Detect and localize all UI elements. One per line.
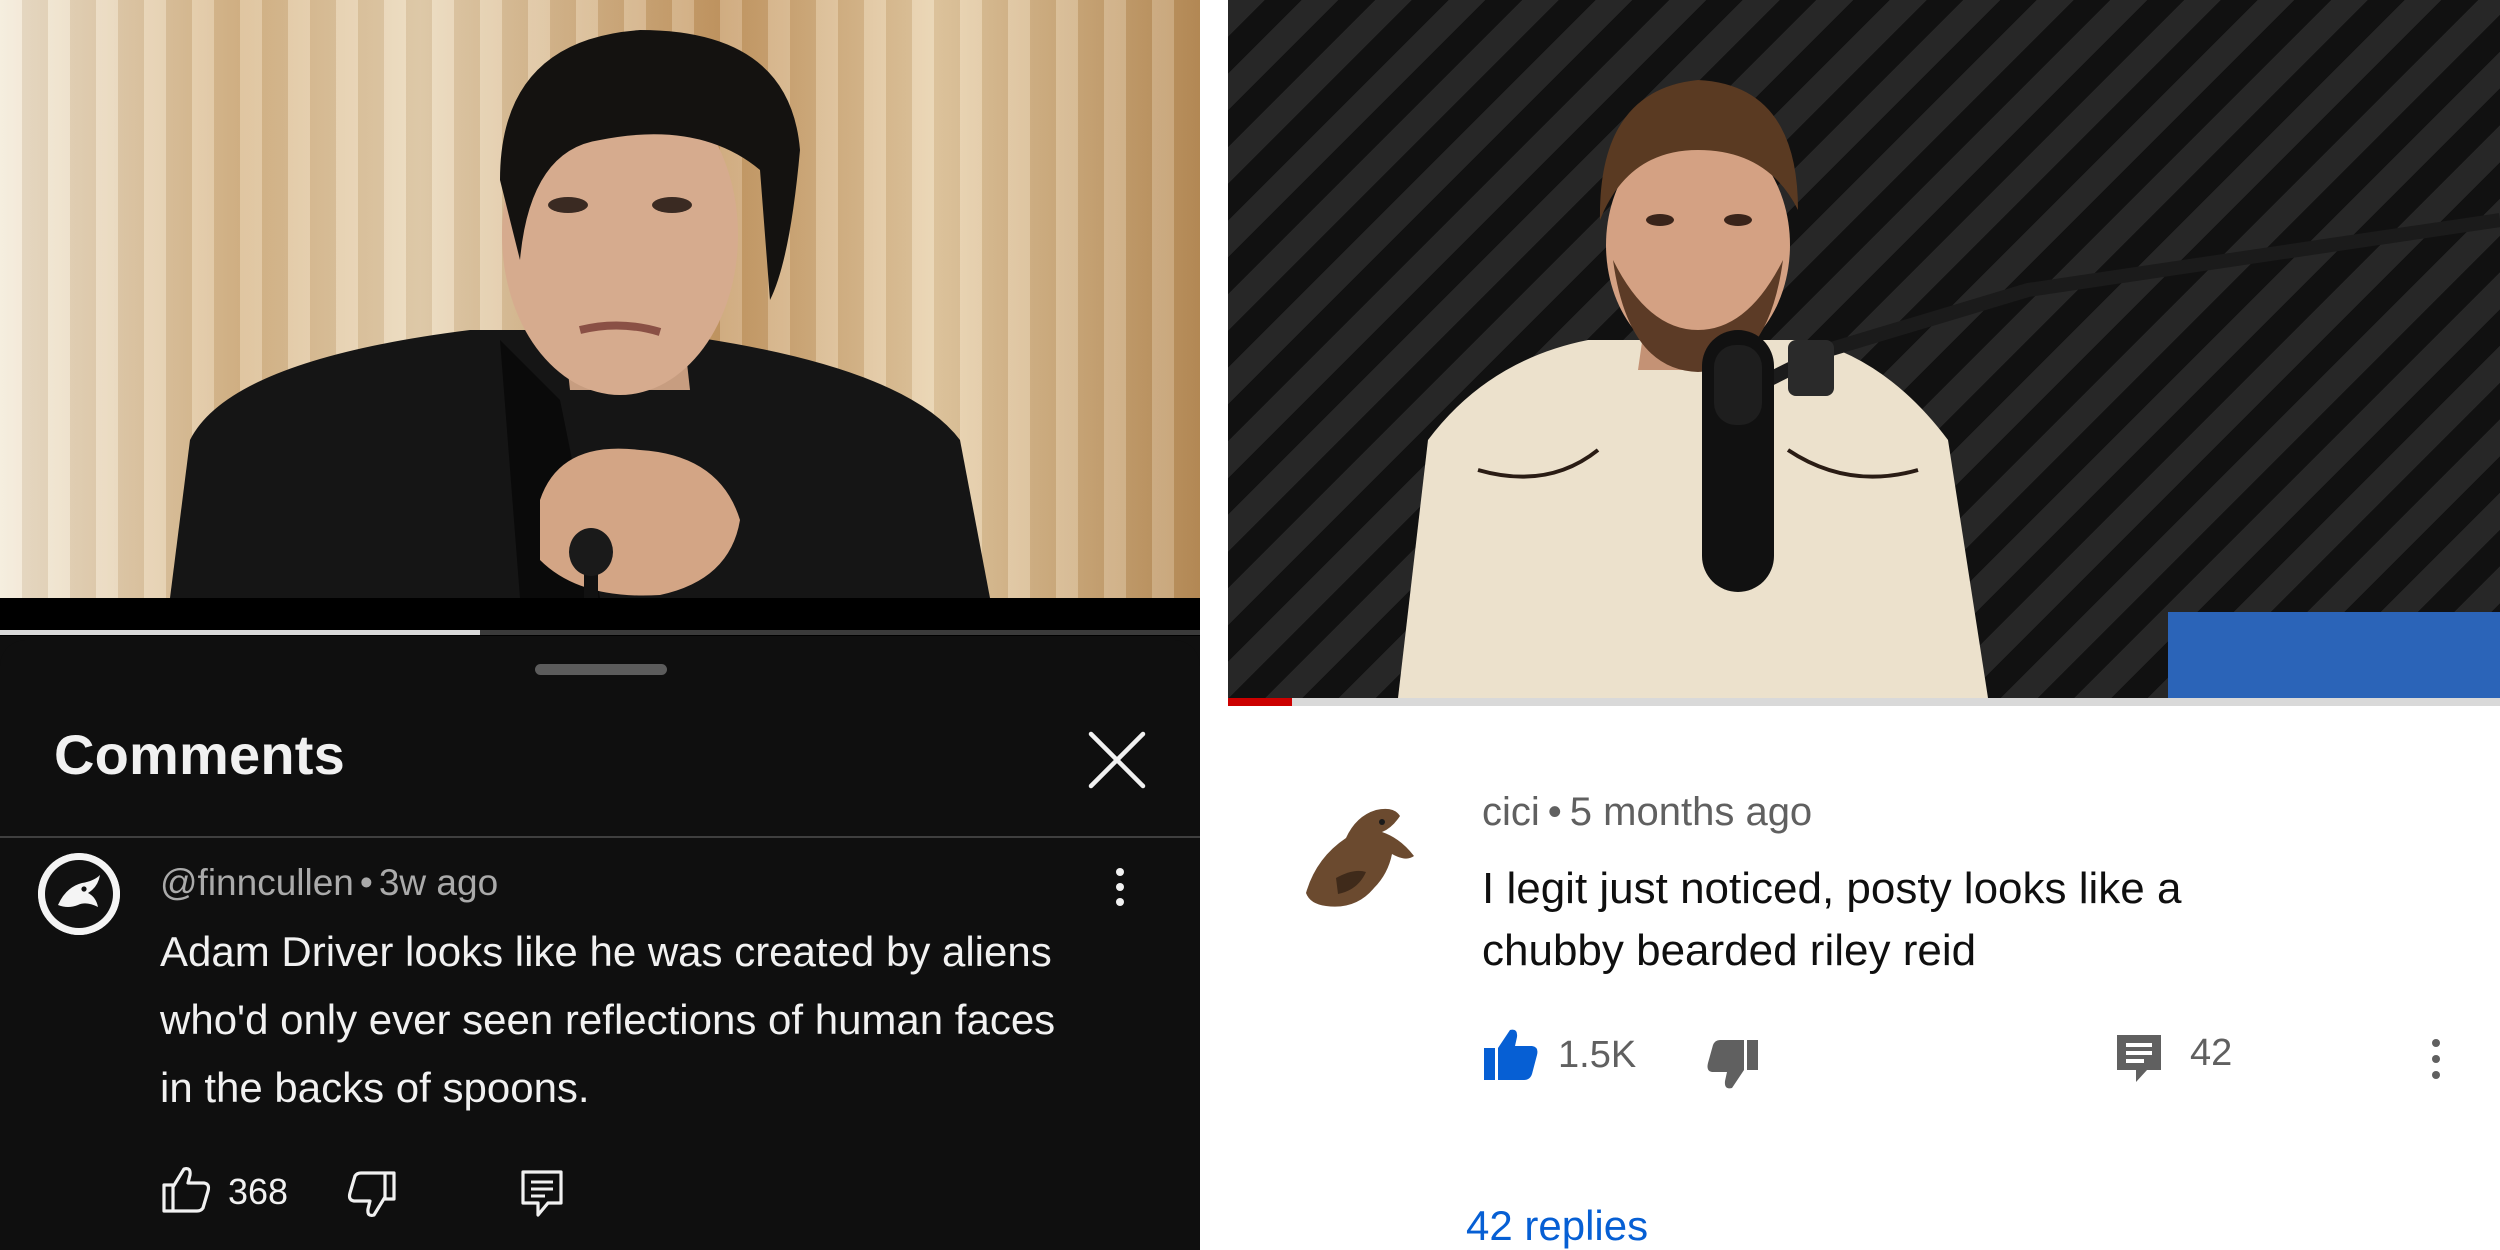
comment-meta: cici • 5 months ago bbox=[1482, 790, 1812, 835]
desk-object bbox=[2168, 612, 2500, 698]
video-frame-person bbox=[170, 30, 990, 598]
meta-separator: • bbox=[1547, 790, 1562, 834]
drag-handle[interactable] bbox=[535, 664, 667, 675]
left-screenshot-panel: Comments @finncullen • 3w ago Adam Driver … bbox=[0, 0, 1200, 1250]
video-progress-fill bbox=[0, 630, 480, 635]
video-progress-bar[interactable] bbox=[1228, 698, 2500, 706]
comment-actions: 1.5K 42 bbox=[1482, 1024, 2482, 1090]
comment-time: 5 months ago bbox=[1569, 790, 1813, 834]
view-replies-link[interactable]: 42 replies bbox=[1466, 1202, 1648, 1250]
comment-reply-icon[interactable] bbox=[518, 1167, 566, 1219]
like-count: 368 bbox=[228, 1171, 289, 1212]
like-count: 1.5K bbox=[1558, 1034, 1637, 1076]
video-player[interactable] bbox=[0, 0, 1200, 598]
header-divider bbox=[0, 836, 1200, 838]
comment-time: 3w ago bbox=[378, 862, 499, 903]
comment-text: Adam Driver looks like he was created by… bbox=[160, 928, 1056, 1111]
comments-title: Comments bbox=[54, 723, 345, 786]
comment-author[interactable]: cici bbox=[1482, 790, 1540, 834]
video-player[interactable] bbox=[1228, 0, 2500, 698]
close-icon[interactable] bbox=[1085, 728, 1149, 792]
avatar[interactable] bbox=[1296, 798, 1426, 918]
meta-separator: • bbox=[359, 862, 373, 903]
panel-gap bbox=[1200, 0, 1228, 1250]
reply-count: 42 bbox=[2190, 1032, 2233, 1074]
thumbs-down-filled-icon[interactable] bbox=[1706, 1038, 1760, 1090]
right-screenshot-panel: cici • 5 months ago I legit just noticed, … bbox=[1228, 0, 2500, 1250]
comment-author[interactable]: @finncullen bbox=[160, 862, 354, 903]
thumbs-down-outline-icon[interactable] bbox=[346, 1169, 398, 1221]
animal-avatar-icon bbox=[1306, 808, 1414, 907]
video-frame-person bbox=[1398, 80, 2500, 698]
comments-sheet: Comments @finncullen • 3w ago Adam Driver … bbox=[0, 640, 1200, 1250]
more-vertical-icon[interactable] bbox=[1108, 863, 1132, 923]
comment-actions: 368 bbox=[160, 1163, 660, 1219]
avatar[interactable] bbox=[38, 853, 120, 935]
thumbs-up-filled-icon[interactable] bbox=[1482, 1028, 1540, 1082]
more-vertical-icon[interactable] bbox=[2424, 1034, 2448, 1096]
crow-avatar-icon bbox=[38, 853, 120, 935]
comment-text: I legit just noticed, posty looks like a… bbox=[1482, 864, 2182, 975]
video-progress-bar[interactable] bbox=[0, 630, 1200, 635]
thumbs-up-outline-icon[interactable] bbox=[160, 1163, 212, 1215]
comment-meta: @finncullen • 3w ago bbox=[160, 862, 498, 904]
video-progress-fill bbox=[1228, 698, 1292, 706]
comment-reply-icon[interactable] bbox=[2114, 1032, 2164, 1084]
